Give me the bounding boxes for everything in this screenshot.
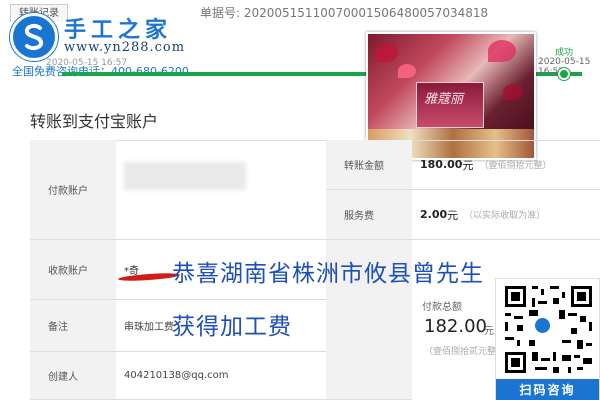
amount-label: 转账金额 — [326, 140, 412, 190]
creator-label: 创建人 — [30, 352, 116, 400]
total-unit: 元 — [484, 326, 494, 337]
payer-redacted — [124, 162, 246, 190]
amount-value: 180.00 — [420, 158, 463, 171]
order-number: 单据号: 20200515110070001506480057034818 — [200, 6, 489, 20]
progress-start-date: 2020-05-15 16:57 — [46, 58, 128, 68]
fee-note: （以实际收取为准） — [464, 211, 546, 221]
payer-label: 付款账户 — [30, 140, 116, 240]
qr-code-panel[interactable]: 扫码咨询 — [495, 278, 600, 400]
total-words: （壹佰捌拾贰元整） — [424, 347, 506, 357]
rose-petal — [376, 44, 398, 62]
total-value: 182.00 — [424, 316, 487, 337]
payer-value — [116, 140, 326, 240]
congrats-line-1: 恭喜湖南省株洲市攸县曾先生 — [172, 261, 484, 287]
rose-petal — [503, 84, 523, 100]
rose-petal — [488, 40, 516, 62]
qr-logo-icon — [533, 316, 552, 335]
fee-label: 服务费 — [326, 190, 412, 240]
amount-words: （壹佰捌拾元整） — [479, 161, 552, 171]
watermark-site-url: www.yn288.com — [64, 40, 186, 55]
qr-scan-label[interactable]: 扫码咨询 — [496, 381, 599, 398]
fee-value-cell: 2.00 元 （以实际收取为准） — [412, 190, 600, 240]
progress-end-dot — [558, 68, 570, 80]
creator-value: 404210138@qq.com — [116, 352, 326, 400]
rose-petal — [398, 64, 416, 78]
dollar-hand-icon — [24, 23, 43, 51]
watermark-logo-icon — [10, 13, 58, 61]
amount-value-cell: 180.00 元 （壹佰捌拾元整） — [412, 140, 600, 190]
page-title: 转账到支付宝账户 — [30, 112, 159, 131]
note-label: 备注 — [30, 300, 116, 352]
fee-value: 2.00 — [420, 208, 448, 221]
photo-brand-caption: 雅蔻丽 — [424, 92, 464, 107]
receiver-label: 收款账户 — [30, 240, 116, 300]
amount-unit: 元 — [462, 158, 474, 172]
total-label: 付款总额 — [422, 302, 462, 313]
fee-unit: 元 — [447, 208, 459, 222]
congrats-line-2: 获得加工费 — [172, 314, 292, 340]
